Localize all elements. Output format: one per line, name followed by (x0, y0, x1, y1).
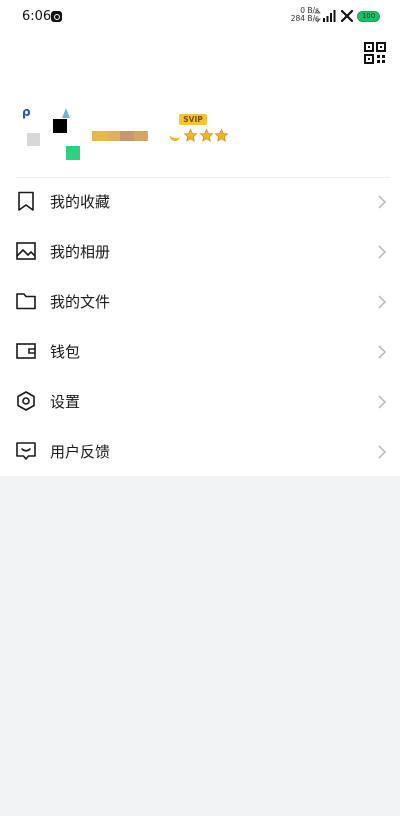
menu-item-label: 我的文件 (50, 293, 111, 311)
avatar-shape: ρ (22, 105, 31, 119)
menu-item-label: 我的相册 (50, 243, 111, 261)
signal-icon (323, 10, 336, 22)
profile-panel: 6:06 0 B/s 284 B/s 100 ρ SVIP 我的收藏 我的相册 … (0, 0, 400, 476)
star-icon (183, 127, 198, 142)
star-icon (214, 127, 229, 142)
app-notification-icon (51, 11, 62, 22)
menu-item-files[interactable]: 我的文件 (0, 277, 400, 327)
network-speed: 0 B/s 284 B/s (279, 7, 319, 23)
menu-list: 我的收藏 我的相册 我的文件 钱包 设置 用户反馈 (0, 177, 400, 477)
menu-item-album[interactable]: 我的相册 (0, 227, 400, 277)
menu-item-label: 我的收藏 (50, 193, 111, 211)
menu-item-label: 钱包 (50, 343, 81, 361)
menu-item-label: 用户反馈 (50, 443, 111, 461)
wallet-icon (16, 343, 36, 359)
menu-item-feedback[interactable]: 用户反馈 (0, 427, 400, 477)
avatar-shape (62, 108, 70, 118)
status-bar: 6:06 0 B/s 284 B/s 100 (0, 0, 400, 34)
data-transfer-icon (314, 9, 321, 23)
net-speed-down: 284 B/s (290, 14, 319, 23)
status-time: 6:06 (22, 9, 52, 24)
svip-badge: SVIP (179, 114, 207, 125)
star-icon (198, 127, 214, 142)
avatar[interactable]: ρ (20, 100, 84, 164)
menu-item-favorites[interactable]: 我的收藏 (0, 177, 400, 227)
user-level (169, 127, 230, 143)
moon-icon (169, 135, 180, 141)
chevron-right-icon (378, 445, 387, 459)
menu-item-label: 设置 (50, 393, 81, 411)
avatar-shape (53, 119, 67, 133)
chevron-right-icon (378, 195, 387, 209)
menu-item-wallet[interactable]: 钱包 (0, 327, 400, 377)
chevron-right-icon (378, 395, 387, 409)
menu-item-settings[interactable]: 设置 (0, 377, 400, 427)
image-icon (16, 242, 36, 260)
qr-code-icon[interactable] (364, 42, 386, 64)
battery-icon: 100 (357, 11, 380, 22)
nickname-redacted (92, 131, 148, 141)
settings-hexagon-icon (17, 391, 35, 411)
chevron-right-icon (378, 295, 387, 309)
folder-icon (16, 293, 36, 310)
chevron-right-icon (378, 345, 387, 359)
battery-level: 100 (361, 12, 376, 20)
chevron-right-icon (378, 245, 387, 259)
no-sim-icon (341, 10, 353, 22)
avatar-shape (66, 146, 80, 160)
bookmark-icon (18, 191, 34, 211)
avatar-shape (27, 133, 40, 146)
feedback-icon (16, 442, 36, 460)
